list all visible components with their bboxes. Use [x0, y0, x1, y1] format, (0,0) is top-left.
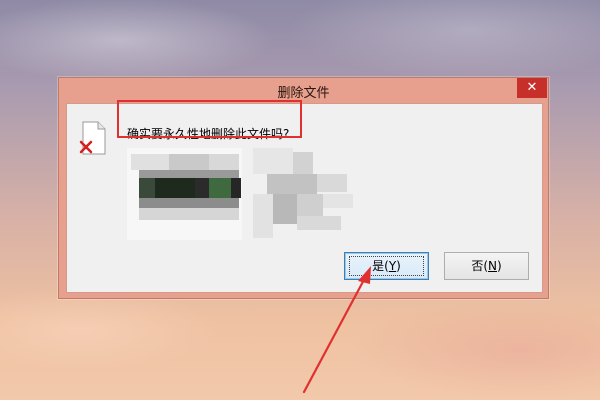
yes-button[interactable]: 是(Y): [344, 252, 429, 280]
close-icon: ✕: [526, 80, 538, 95]
no-button-label: 否(: [471, 259, 488, 273]
annotation-highlight-box: [117, 100, 302, 138]
no-button-label-close: ): [496, 259, 502, 273]
dialog-body: 确实要永久性地删除此文件吗? 是(Y) 否(N): [66, 100, 543, 293]
file-delete-icon: [79, 120, 109, 156]
blurred-file-preview: [127, 148, 377, 240]
no-button[interactable]: 否(N): [444, 252, 529, 280]
dialog-title: 删除文件: [277, 86, 330, 101]
close-button[interactable]: ✕: [517, 78, 547, 98]
delete-file-dialog: 删除文件 ✕ 确实要永久性地删除此文件吗? 是(Y) 否(N): [58, 77, 549, 299]
focus-rectangle: [349, 256, 424, 276]
no-accelerator-key: N: [488, 259, 497, 273]
